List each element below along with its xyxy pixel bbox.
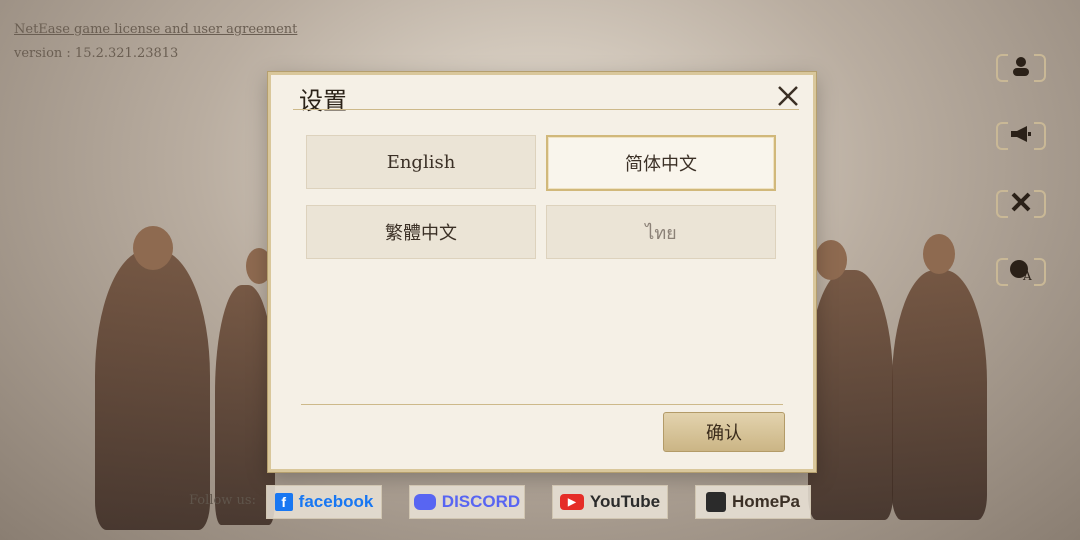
dialog-title: 设置 <box>299 87 347 115</box>
settings-dialog: 设置 English 简体中文 繁體中文 ไทย 确认 <box>268 72 816 472</box>
title-divider <box>293 109 799 110</box>
confirm-button[interactable]: 确认 <box>663 412 785 452</box>
homepage-icon <box>705 492 726 512</box>
close-icon <box>778 86 798 106</box>
account-button[interactable] <box>996 50 1046 82</box>
language-option-traditional-chinese[interactable]: 繁體中文 <box>306 205 536 259</box>
youtube-link[interactable]: ▶ YouTube <box>552 485 668 519</box>
svg-text:A: A <box>1022 269 1032 282</box>
facebook-icon: f <box>274 493 293 511</box>
language-option-thai[interactable]: ไทย <box>546 205 776 259</box>
bottom-divider <box>301 404 783 405</box>
top-left-info: NetEase game license and user agreement … <box>14 18 297 66</box>
megaphone-icon <box>1011 126 1031 142</box>
version-text: version : 15.2.321.23813 <box>14 46 179 61</box>
language-option-simplified-chinese[interactable]: 简体中文 <box>546 135 776 191</box>
user-icon <box>1013 57 1029 76</box>
homepage-link[interactable]: HomePa <box>695 485 811 519</box>
facebook-link[interactable]: f facebook <box>266 485 382 519</box>
language-globe-icon: A <box>1010 260 1032 282</box>
language-options: English 简体中文 繁體中文 ไทย <box>306 135 776 259</box>
repair-tools-button[interactable] <box>996 186 1046 218</box>
follow-label: Follow us: <box>189 493 256 508</box>
discord-icon <box>413 494 436 510</box>
close-button[interactable] <box>775 84 801 110</box>
youtube-icon: ▶ <box>559 494 584 510</box>
language-option-english[interactable]: English <box>306 135 536 189</box>
youtube-label: YouTube <box>589 492 661 511</box>
language-button[interactable]: A <box>996 254 1046 286</box>
facebook-label: facebook <box>298 492 374 511</box>
discord-link[interactable]: DISCORD <box>409 485 525 519</box>
homepage-label: HomePa <box>731 492 801 511</box>
tools-icon <box>1011 192 1031 212</box>
announcement-button[interactable] <box>996 118 1046 150</box>
license-agreement-link[interactable]: NetEase game license and user agreement <box>14 18 297 42</box>
discord-label: DISCORD <box>441 492 521 511</box>
side-menu: A <box>996 50 1046 286</box>
